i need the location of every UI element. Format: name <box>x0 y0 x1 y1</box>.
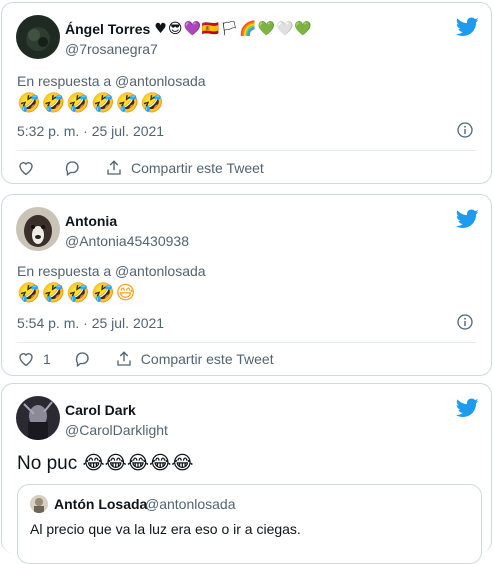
share-icon <box>107 160 121 175</box>
quoted-avatar <box>30 495 48 513</box>
divider <box>17 150 476 151</box>
timestamp[interactable]: 5:54 p. m. · 25 jul. 2021 <box>17 315 164 331</box>
tweet-text: No puc 😂😂😂😂😂 <box>17 453 194 474</box>
user-handle[interactable]: @Antonia45430938 <box>65 233 189 249</box>
reply-icon <box>65 161 79 177</box>
tweet-text: 🤣🤣🤣🤣😅 <box>17 282 137 304</box>
quoted-user-handle: @antonlosada <box>145 496 236 512</box>
timestamp[interactable]: 5:32 p. m. · 25 jul. 2021 <box>17 123 164 139</box>
user-name[interactable]: Ángel Torres <box>65 21 150 37</box>
tweet-card[interactable]: Ángel Torres ♥😎💜🇪🇸🏳🌈💚🤍💚 @7rosanegra7 En … <box>1 2 492 184</box>
avatar[interactable] <box>16 396 60 440</box>
avatar[interactable] <box>16 207 60 251</box>
reply-button[interactable] <box>73 350 91 368</box>
info-icon[interactable] <box>457 314 473 330</box>
twitter-bird-icon[interactable] <box>456 398 479 418</box>
reply-button[interactable] <box>63 159 81 177</box>
user-name[interactable]: Antonia <box>65 213 117 229</box>
share-button[interactable]: Compartir este Tweet <box>115 350 274 368</box>
tweet-text: 🤣🤣🤣🤣🤣🤣 <box>17 92 165 114</box>
divider <box>17 342 476 343</box>
heart-icon <box>19 353 33 367</box>
quoted-tweet[interactable]: Antón Losada @antonlosada Al precio que … <box>17 484 482 564</box>
user-handle[interactable]: @7rosanegra7 <box>65 41 158 57</box>
reply-context: En respuesta a @antonlosada <box>17 263 206 279</box>
reply-icon <box>75 352 89 368</box>
like-count: 1 <box>43 351 51 367</box>
share-label: Compartir este Tweet <box>140 351 274 367</box>
twitter-bird-icon[interactable] <box>456 17 479 37</box>
share-icon <box>117 351 131 366</box>
quoted-user-name: Antón Losada <box>54 496 148 512</box>
twitter-bird-icon[interactable] <box>456 209 479 229</box>
info-icon[interactable] <box>457 122 473 138</box>
user-name[interactable]: Carol Dark <box>65 402 136 418</box>
name-emojis: ♥😎💜🇪🇸🏳🌈💚🤍💚 <box>154 21 313 37</box>
like-button[interactable]: 1 <box>17 350 51 368</box>
avatar[interactable] <box>16 15 60 59</box>
heart-icon <box>19 162 33 176</box>
tweet-card[interactable]: Carol Dark @CarolDarklight No puc 😂😂😂😂😂 … <box>1 383 492 564</box>
share-button[interactable]: Compartir este Tweet <box>105 159 264 177</box>
user-handle[interactable]: @CarolDarklight <box>65 422 168 438</box>
quoted-text: Al precio que va la luz era eso o ir a c… <box>30 521 301 537</box>
tweet-card[interactable]: Antonia @Antonia45430938 En respuesta a … <box>1 194 492 376</box>
like-button[interactable] <box>17 159 35 177</box>
reply-context: En respuesta a @antonlosada <box>17 73 206 89</box>
share-label: Compartir este Tweet <box>131 160 264 176</box>
